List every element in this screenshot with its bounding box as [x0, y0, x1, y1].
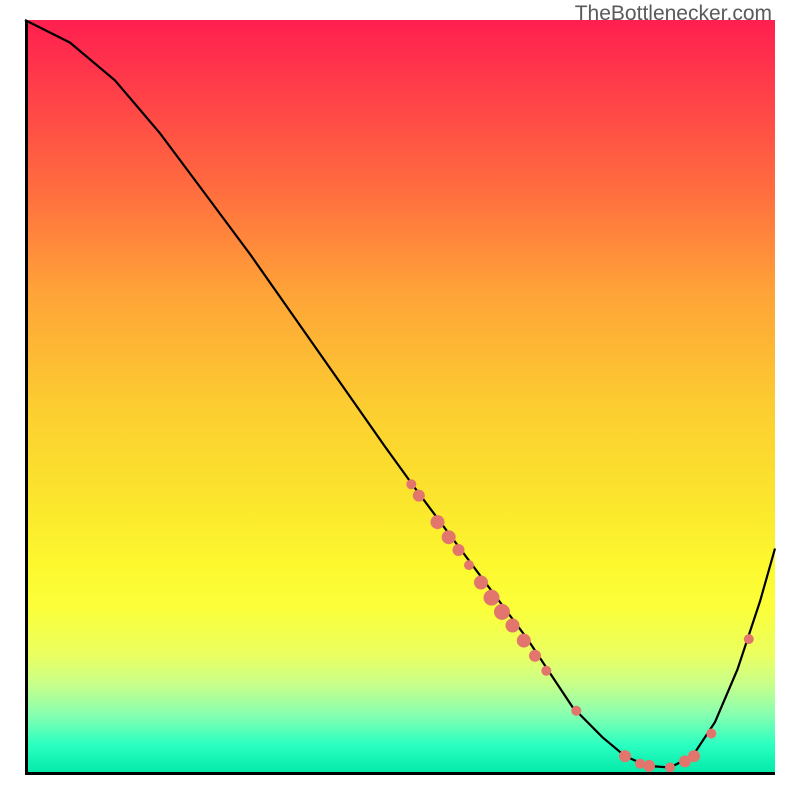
data-marker — [413, 490, 425, 502]
data-marker — [506, 619, 520, 633]
curve-line — [25, 20, 775, 768]
data-marker — [494, 604, 510, 620]
data-marker — [665, 763, 675, 773]
data-marker — [517, 634, 531, 648]
data-marker — [484, 590, 500, 606]
data-marker — [431, 515, 445, 529]
data-marker — [571, 706, 581, 716]
data-marker — [688, 750, 700, 762]
data-marker — [442, 530, 456, 544]
data-marker — [643, 760, 655, 772]
watermark-text: TheBottlenecker.com — [575, 2, 772, 26]
data-marker — [453, 544, 465, 556]
chart-svg — [25, 20, 775, 775]
data-markers — [406, 479, 754, 772]
data-marker — [619, 750, 631, 762]
data-marker — [474, 576, 488, 590]
data-marker — [706, 729, 716, 739]
data-marker — [406, 479, 416, 489]
chart-container: TheBottlenecker.com — [0, 0, 800, 800]
data-marker — [744, 634, 754, 644]
data-marker — [529, 650, 541, 662]
data-marker — [464, 560, 474, 570]
data-marker — [541, 666, 551, 676]
